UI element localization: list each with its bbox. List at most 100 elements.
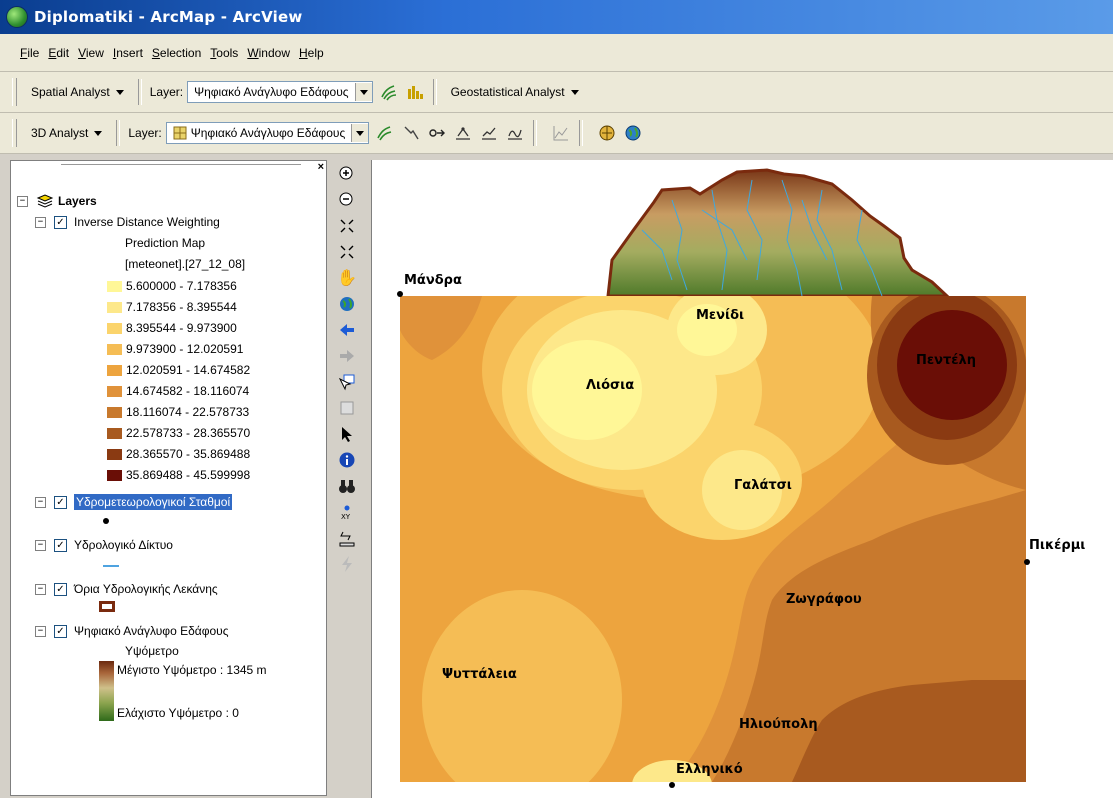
layer-stations[interactable]: − ✓ Υδρομετεωρολογικοί Σταθμοί <box>35 492 233 512</box>
arcmap-globe-icon <box>6 6 28 28</box>
interpolate-polygon-icon[interactable] <box>505 123 525 143</box>
arcglobe-icon[interactable] <box>623 123 643 143</box>
label-psyttaleia: Ψυττάλεια <box>442 667 517 682</box>
interpolate-line-icon[interactable] <box>479 123 499 143</box>
collapse-icon[interactable]: − <box>35 625 46 637</box>
layer-name: Όρια Υδρολογικής Λεκάνης <box>74 582 218 596</box>
go-to-xy-icon[interactable]: XY <box>335 500 359 524</box>
toolbar-separator <box>137 79 142 105</box>
layer-visibility-checkbox[interactable]: ✓ <box>54 215 67 229</box>
toc-root: − Layers <box>17 191 97 211</box>
collapse-icon[interactable]: − <box>17 195 28 207</box>
line-of-sight-icon[interactable] <box>427 123 447 143</box>
histogram-icon[interactable] <box>405 82 425 102</box>
station-symbol <box>103 518 109 524</box>
dem-max-label: Μέγιστο Υψόμετρο : 1345 m <box>117 663 267 677</box>
toolbar-separator <box>432 79 437 105</box>
contour-tool-icon[interactable] <box>375 123 395 143</box>
dem-min: Ελάχιστο Υψόμετρο : 0 <box>117 703 239 723</box>
3d-analyst-menu[interactable]: 3D Analyst <box>25 121 108 145</box>
hyperlink-lightning-icon[interactable] <box>335 552 359 576</box>
layer-basin-boundary[interactable]: − ✓ Όρια Υδρολογικής Λεκάνης <box>35 579 218 599</box>
layer-sub1: Prediction Map <box>125 236 206 250</box>
layer-visibility-checkbox[interactable]: ✓ <box>54 624 67 638</box>
select-features-icon[interactable] <box>335 370 359 394</box>
arcscene-icon[interactable] <box>597 123 617 143</box>
legend-class: 28.365570 - 35.869488 <box>107 444 250 464</box>
layer-idw[interactable]: − ✓ Inverse Distance Weighting <box>35 212 220 232</box>
collapse-icon[interactable]: − <box>35 539 46 551</box>
boundary-symbol <box>99 601 115 612</box>
toolbar-grip[interactable] <box>12 119 17 147</box>
caret-down-icon <box>94 130 103 136</box>
zoom-out-icon[interactable] <box>335 188 359 212</box>
zoom-in-icon[interactable] <box>335 162 359 186</box>
station-point[interactable] <box>1024 559 1030 565</box>
layer-visibility-checkbox[interactable]: ✓ <box>54 538 67 552</box>
menu-window[interactable]: Window <box>247 46 290 60</box>
layer-visibility-checkbox[interactable]: ✓ <box>54 495 67 509</box>
legend-swatch <box>107 469 122 481</box>
legend-class: 5.600000 - 7.178356 <box>107 276 237 296</box>
toolbar-grip[interactable] <box>12 78 17 106</box>
3d-analyst-label: 3D Analyst <box>31 126 89 140</box>
station-point[interactable] <box>669 782 675 788</box>
layer-dem[interactable]: − ✓ Ψηφιακό Ανάγλυφο Εδάφους <box>35 621 229 641</box>
geostatistical-analyst-label: Geostatistical Analyst <box>450 85 565 99</box>
layer-subtitle: [meteonet].[27_12_08] <box>125 254 245 274</box>
map-display[interactable]: Μάνδρα Μενίδι Λιόσια Πεντέλη Γαλάτσι Πικ… <box>371 160 1113 798</box>
menu-help[interactable]: Help <box>299 46 324 60</box>
station-point[interactable] <box>397 291 403 297</box>
spatial-analyst-menu[interactable]: Spatial Analyst <box>25 80 130 104</box>
identify-info-icon[interactable] <box>335 448 359 472</box>
menu-selection[interactable]: Selection <box>152 46 201 60</box>
geostatistical-analyst-menu[interactable]: Geostatistical Analyst <box>445 80 585 104</box>
layer-name-selected: Υδρομετεωρολογικοί Σταθμοί <box>74 494 233 510</box>
select-elements-arrow-icon[interactable] <box>335 422 359 446</box>
create-profile-graph-icon[interactable] <box>551 123 571 143</box>
legend-swatch <box>107 364 122 376</box>
toc-grip[interactable] <box>11 161 311 171</box>
3d-layer-select[interactable]: Ψηφιακό Ανάγλυφο Εδάφους <box>165 122 370 144</box>
fixed-zoom-out-icon[interactable] <box>335 240 359 264</box>
measure-icon[interactable] <box>335 526 359 550</box>
caret-down-icon <box>570 89 579 95</box>
layer-visibility-checkbox[interactable]: ✓ <box>54 582 67 596</box>
back-arrow-icon[interactable] <box>335 318 359 342</box>
legend-range-label: 7.178356 - 8.395544 <box>126 300 237 314</box>
legend-range-label: 35.869488 - 45.599998 <box>126 468 251 482</box>
menu-edit[interactable]: Edit <box>48 46 69 60</box>
legend-range-label: 12.020591 - 14.674582 <box>126 363 251 377</box>
full-extent-globe-icon[interactable] <box>335 292 359 316</box>
fixed-zoom-in-icon[interactable] <box>335 214 359 238</box>
menu-file[interactable]: File <box>20 46 39 60</box>
collapse-icon[interactable]: − <box>35 583 46 595</box>
pan-hand-icon[interactable]: ✋ <box>335 266 359 290</box>
dropdown-arrow-icon[interactable] <box>351 124 369 142</box>
legend-swatch <box>107 427 122 439</box>
collapse-icon[interactable]: − <box>35 216 46 228</box>
layer-name: Ψηφιακό Ανάγλυφο Εδάφους <box>74 624 229 638</box>
interpolate-point-icon[interactable] <box>453 123 473 143</box>
spatial-layer-select[interactable]: Ψηφιακό Ανάγλυφο Εδάφους <box>187 81 373 103</box>
tools-toolbar: ✋ XY <box>332 162 362 798</box>
contour-tool-icon[interactable] <box>379 82 399 102</box>
close-icon[interactable]: × <box>318 161 324 173</box>
find-binoculars-icon[interactable] <box>335 474 359 498</box>
menu-insert[interactable]: Insert <box>113 46 143 60</box>
dropdown-arrow-icon[interactable] <box>354 83 372 101</box>
label-galatsi: Γαλάτσι <box>734 478 792 493</box>
menu-view[interactable]: View <box>78 46 104 60</box>
forward-arrow-icon[interactable] <box>335 344 359 368</box>
label-pikermi: Πικέρμι <box>1029 538 1086 553</box>
steepest-path-icon[interactable] <box>401 123 421 143</box>
legend-class: 8.395544 - 9.973900 <box>107 318 237 338</box>
menu-tools[interactable]: Tools <box>210 46 238 60</box>
layer-sub2: [meteonet].[27_12_08] <box>125 257 246 271</box>
clear-selection-icon[interactable] <box>335 396 359 420</box>
elevation-ramp <box>99 661 114 721</box>
layer-hydro-network[interactable]: − ✓ Υδρολογικό Δίκτυο <box>35 535 173 555</box>
collapse-icon[interactable]: − <box>35 496 46 508</box>
legend-swatch <box>107 322 122 334</box>
layer-label: Layer: <box>128 126 162 140</box>
